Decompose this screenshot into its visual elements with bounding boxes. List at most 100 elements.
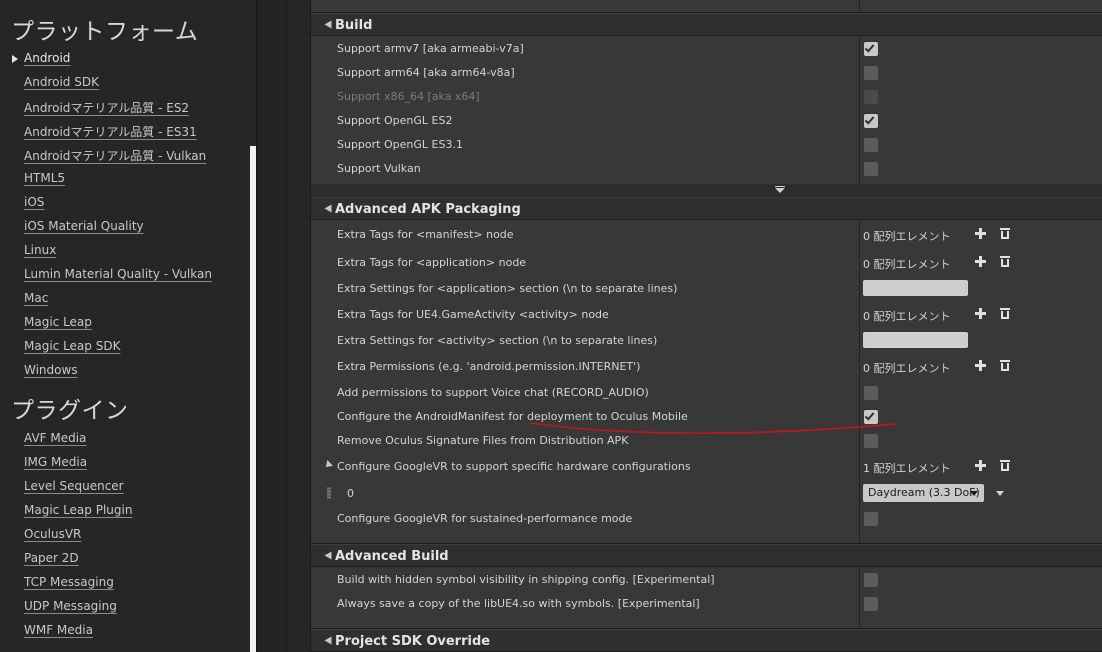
support-armv7-checkbox[interactable] — [864, 42, 878, 56]
setting-label: Extra Tags for UE4.GameActivity <activit… — [337, 308, 609, 321]
setting-label: Support armv7 [aka armeabi-v7a] — [337, 42, 524, 55]
add-element-icon[interactable] — [975, 460, 986, 471]
sidebar-item-linux[interactable]: Linux — [24, 243, 56, 257]
setting-label: Configure GoogleVR to support specific h… — [337, 460, 691, 473]
section-title: Advanced APK Packaging — [335, 202, 521, 217]
sidebar-item-windows[interactable]: Windows — [24, 363, 78, 377]
active-item-arrow-icon — [12, 55, 18, 63]
save-symbols-copy-checkbox[interactable] — [864, 597, 878, 611]
sidebar-item-magic-leap-plugin[interactable]: Magic Leap Plugin — [24, 503, 132, 517]
support-vulkan-checkbox[interactable] — [864, 162, 878, 176]
array-count: 0 配列エレメント — [863, 230, 951, 243]
expand-advanced-arrow-icon[interactable] — [775, 188, 785, 193]
add-element-icon[interactable] — [975, 360, 986, 371]
settings-sidebar: プラットフォーム Android Android SDK Androidマテリア… — [0, 0, 256, 652]
advanced-expander[interactable] — [311, 184, 1102, 197]
column-divider — [859, 0, 860, 12]
add-element-icon[interactable] — [975, 308, 986, 319]
array-count: 1 配列エレメント — [863, 462, 951, 475]
section-title: Advanced Build — [335, 549, 449, 564]
setting-label: Build with hidden symbol visibility in s… — [337, 573, 715, 586]
setting-label: Extra Settings for <application> section… — [337, 282, 678, 295]
setting-label: Support Vulkan — [337, 162, 421, 175]
sidebar-item-android-material-es31[interactable]: Androidマテリアル品質 - ES31 — [24, 123, 197, 140]
sidebar-item-paper-2d[interactable]: Paper 2D — [24, 551, 79, 565]
section-header-advanced-build[interactable]: Advanced Build — [311, 544, 1102, 566]
oculus-mobile-checkbox[interactable] — [864, 410, 878, 424]
application-settings-input[interactable] — [863, 280, 968, 296]
googlevr-sustained-performance-checkbox[interactable] — [864, 512, 878, 526]
setting-label: Configure the AndroidManifest for deploy… — [337, 410, 688, 423]
details-panel: Build Support armv7 [aka armeabi-v7a] Su… — [311, 0, 1102, 652]
collapse-triangle-icon — [324, 204, 332, 213]
remove-oculus-signature-checkbox[interactable] — [864, 434, 878, 448]
column-divider — [859, 220, 860, 543]
panel-gutter — [286, 0, 310, 652]
sidebar-item-html5[interactable]: HTML5 — [24, 171, 65, 185]
delete-all-icon[interactable] — [1000, 460, 1010, 471]
drag-handle-icon[interactable] — [327, 487, 331, 499]
expand-advanced-icon[interactable] — [775, 186, 785, 187]
setting-label: Extra Settings for <activity> section (\… — [337, 334, 658, 347]
setting-label: Add permissions to support Voice chat (R… — [337, 386, 649, 399]
delete-all-icon[interactable] — [1000, 308, 1010, 319]
setting-label: Configure GoogleVR for sustained-perform… — [337, 512, 633, 525]
sidebar-item-ios-material-quality[interactable]: iOS Material Quality — [24, 219, 144, 233]
voice-chat-permission-checkbox[interactable] — [864, 386, 878, 400]
support-x86-64-checkbox — [864, 90, 878, 104]
sidebar-item-android-material-vulkan[interactable]: Androidマテリアル品質 - Vulkan — [24, 147, 206, 164]
sidebar-item-wmf-media[interactable]: WMF Media — [24, 623, 93, 637]
setting-label: Support x86_64 [aka x64] — [337, 90, 480, 103]
column-divider — [859, 567, 860, 628]
sidebar-item-level-sequencer[interactable]: Level Sequencer — [24, 479, 124, 493]
sidebar-item-ios[interactable]: iOS — [24, 195, 44, 209]
activity-settings-input[interactable] — [863, 332, 968, 348]
hidden-symbol-visibility-checkbox[interactable] — [864, 573, 878, 587]
section-header-build[interactable]: Build — [311, 13, 1102, 35]
sidebar-item-avf-media[interactable]: AVF Media — [24, 431, 86, 445]
sidebar-item-android-material-es2[interactable]: Androidマテリアル品質 - ES2 — [24, 99, 189, 116]
sidebar-item-magic-leap-sdk[interactable]: Magic Leap SDK — [24, 339, 120, 353]
sidebar-item-android-sdk[interactable]: Android SDK — [24, 75, 99, 89]
sidebar-item-oculusvr[interactable]: OculusVR — [24, 527, 81, 541]
setting-label: Support OpenGL ES3.1 — [337, 138, 463, 151]
setting-label: Support arm64 [aka arm64-v8a] — [337, 66, 515, 79]
add-element-icon[interactable] — [975, 228, 986, 239]
array-count: 0 配列エレメント — [863, 362, 951, 375]
section-header-advanced-apk-packaging[interactable]: Advanced APK Packaging — [311, 197, 1102, 219]
setting-label: Extra Tags for <application> node — [337, 256, 527, 269]
sidebar-item-tcp-messaging[interactable]: TCP Messaging — [24, 575, 114, 589]
setting-label: Extra Permissions (e.g. 'android.permiss… — [337, 360, 641, 373]
delete-all-icon[interactable] — [1000, 360, 1010, 371]
collapse-triangle-icon — [324, 20, 332, 29]
chevron-down-icon — [970, 491, 978, 496]
googlevr-hardware-dropdown[interactable]: Daydream (3.3 DoF) — [863, 484, 984, 502]
support-opengl-es2-checkbox[interactable] — [864, 114, 878, 128]
array-count: 0 配列エレメント — [863, 258, 951, 271]
delete-all-icon[interactable] — [1000, 228, 1010, 239]
setting-label: Extra Tags for <manifest> node — [337, 228, 514, 241]
element-options-chevron-icon[interactable] — [996, 491, 1004, 496]
column-divider — [859, 36, 860, 184]
delete-all-icon[interactable] — [1000, 256, 1010, 267]
panel-divider — [256, 0, 286, 652]
support-arm64-checkbox[interactable] — [864, 66, 878, 80]
setting-label: Always save a copy of the libUE4.so with… — [337, 597, 700, 610]
sidebar-item-udp-messaging[interactable]: UDP Messaging — [24, 599, 117, 613]
sidebar-item-mac[interactable]: Mac — [24, 291, 48, 305]
sidebar-item-lumin-material-vulkan[interactable]: Lumin Material Quality - Vulkan — [24, 267, 212, 281]
sidebar-item-magic-leap[interactable]: Magic Leap — [24, 315, 92, 329]
sidebar-item-img-media[interactable]: IMG Media — [24, 455, 87, 469]
collapse-triangle-icon — [324, 636, 332, 645]
platforms-heading: プラットフォーム — [11, 19, 199, 45]
array-index-label: 0 — [347, 487, 354, 500]
setting-label: Support OpenGL ES2 — [337, 114, 453, 127]
plugins-heading: プラグイン — [11, 398, 129, 424]
section-title: Build — [335, 18, 373, 33]
sidebar-item-android[interactable]: Android — [24, 51, 70, 65]
previous-section-body — [311, 0, 1102, 12]
collapse-triangle-icon — [324, 551, 332, 560]
add-element-icon[interactable] — [975, 256, 986, 267]
support-opengl-es31-checkbox[interactable] — [864, 138, 878, 152]
section-header-project-sdk-override[interactable]: Project SDK Override — [311, 629, 1102, 651]
